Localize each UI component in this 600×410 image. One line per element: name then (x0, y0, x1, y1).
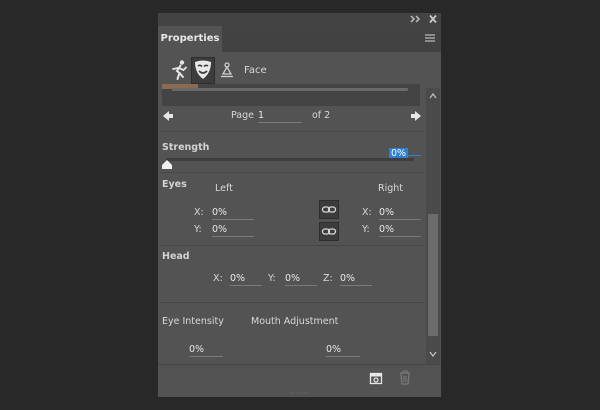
new-preset-icon[interactable] (369, 371, 383, 385)
eye-intensity-input[interactable]: 0% (189, 343, 223, 357)
head-y-input[interactable]: 0% (285, 272, 317, 286)
eye-intensity-label: Eye Intensity (162, 316, 224, 327)
hamburger-menu-icon[interactable] (424, 33, 436, 43)
link-chain-icon (321, 228, 337, 235)
puppet-pin-icon[interactable] (218, 61, 236, 79)
eyes-label: Eyes (162, 179, 187, 190)
next-page-arrow-icon[interactable] (410, 110, 422, 122)
head-label: Head (162, 251, 190, 262)
strength-slider-track[interactable] (166, 158, 414, 161)
mouth-adjustment-label: Mouth Adjustment (251, 316, 339, 327)
left-eye-x-label: X: (194, 207, 204, 218)
prev-page-arrow-icon[interactable] (162, 110, 174, 122)
tab-properties[interactable]: Properties (158, 26, 222, 52)
divider (160, 172, 424, 173)
scroll-down-icon[interactable] (428, 349, 438, 359)
strength-input[interactable]: 0% (389, 141, 421, 160)
eyes-right-label: Right (378, 183, 404, 194)
section-label-face: Face (244, 65, 267, 76)
right-eye-y-label: Y: (362, 224, 370, 235)
strength-label: Strength (162, 142, 210, 153)
mouth-adjustment-input[interactable]: 0% (326, 343, 360, 357)
link-x-button[interactable] (319, 200, 339, 219)
page-label: Page (231, 110, 254, 121)
left-eye-y-input[interactable]: 0% (212, 223, 254, 237)
divider (160, 131, 424, 132)
right-eye-x-input[interactable]: 0% (379, 206, 421, 220)
face-mask-icon (195, 60, 211, 79)
head-y-label: Y: (268, 273, 276, 284)
double-chevron-right-icon[interactable] (408, 14, 422, 24)
thumbnail-scrollbar[interactable] (172, 88, 408, 91)
link-y-button[interactable] (319, 222, 339, 241)
resize-grip[interactable] (290, 392, 310, 395)
preset-thumbnail-strip[interactable] (162, 84, 420, 106)
close-icon[interactable] (427, 14, 439, 24)
face-category-button[interactable] (191, 57, 215, 84)
scroll-up-icon[interactable] (428, 91, 438, 101)
strength-slider-thumb[interactable] (162, 160, 172, 169)
eyes-left-label: Left (215, 183, 233, 194)
page-number-input[interactable]: 1 (258, 109, 302, 123)
left-eye-x-input[interactable]: 0% (212, 206, 254, 220)
divider (158, 364, 441, 365)
head-x-input[interactable]: 0% (230, 272, 262, 286)
page-of-label: of 2 (312, 110, 331, 121)
head-z-label: Z: (323, 273, 333, 284)
head-x-label: X: (213, 273, 223, 284)
scrollbar-thumb[interactable] (428, 214, 438, 336)
left-eye-y-label: Y: (194, 224, 202, 235)
divider (160, 302, 424, 303)
panel-title-bar (158, 13, 441, 26)
right-eye-x-label: X: (362, 207, 372, 218)
right-eye-y-input[interactable]: 0% (379, 223, 421, 237)
link-chain-icon (321, 206, 337, 213)
divider (160, 245, 424, 246)
head-z-input[interactable]: 0% (340, 272, 372, 286)
body-figure-icon[interactable] (169, 59, 189, 81)
trash-icon[interactable] (398, 370, 412, 385)
